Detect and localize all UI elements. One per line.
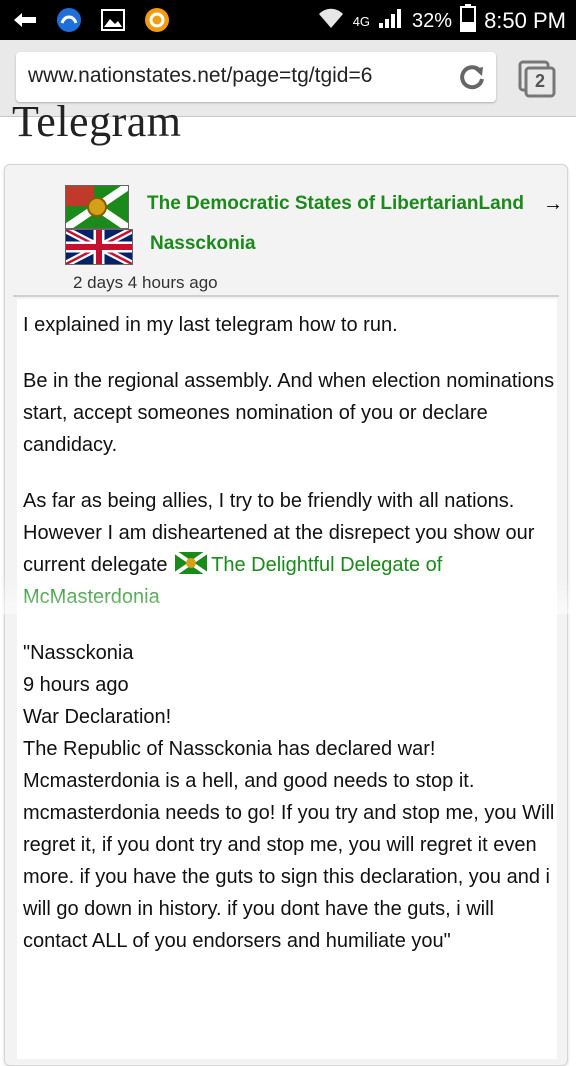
- network-type: 4G: [352, 13, 371, 29]
- sender-name[interactable]: The Democratic States of LibertarianLand: [147, 193, 524, 215]
- page-title: Telegram: [12, 97, 182, 146]
- telegram-card: The Democratic States of LibertarianLand…: [4, 164, 568, 1066]
- signal-icon: [378, 7, 404, 35]
- battery-percent: 32%: [412, 9, 453, 32]
- arrow-right-icon: →: [543, 193, 563, 215]
- quote-line: War Declaration!: [23, 706, 172, 728]
- address-bar[interactable]: www.nationstates.net/page=tg/tgid=6: [16, 52, 496, 102]
- image-icon: [98, 6, 128, 34]
- paragraph: Be in the regional assembly. And when el…: [23, 370, 555, 456]
- notification-icons: [10, 6, 172, 34]
- clock: 8:50 PM: [484, 8, 566, 33]
- status-bar: 4G 32% 8:50 PM: [0, 0, 576, 40]
- delegate-flag[interactable]: [173, 550, 209, 576]
- telegram-header: The Democratic States of LibertarianLand…: [13, 171, 563, 297]
- voicemail-icon: [54, 6, 84, 34]
- app-icon: [142, 6, 172, 34]
- quote-line: "Nassckonia: [23, 642, 134, 664]
- reload-icon[interactable]: [458, 63, 486, 91]
- quote-body: The Republic of Nassckonia has declared …: [23, 738, 555, 952]
- system-status: 4G 32% 8:50 PM: [317, 4, 566, 38]
- recipient-flag[interactable]: [64, 226, 134, 268]
- usb-icon: [10, 6, 40, 34]
- battery-icon: [460, 4, 477, 38]
- sender-flag[interactable]: [63, 182, 131, 232]
- tab-count: 2: [535, 71, 546, 91]
- telegram-timestamp: 2 days 4 hours ago: [73, 273, 218, 292]
- url-text[interactable]: www.nationstates.net/page=tg/tgid=6: [28, 64, 448, 88]
- wifi-icon: [317, 6, 345, 36]
- telegram-body: I explained in my last telegram how to r…: [17, 299, 557, 1059]
- scroll-fade-overlay: [0, 576, 576, 614]
- paragraph: I explained in my last telegram how to r…: [23, 314, 398, 336]
- recipient-name[interactable]: Nassckonia: [150, 233, 256, 255]
- tabs-button[interactable]: 2: [518, 60, 556, 98]
- quote-line: 9 hours ago: [23, 674, 129, 696]
